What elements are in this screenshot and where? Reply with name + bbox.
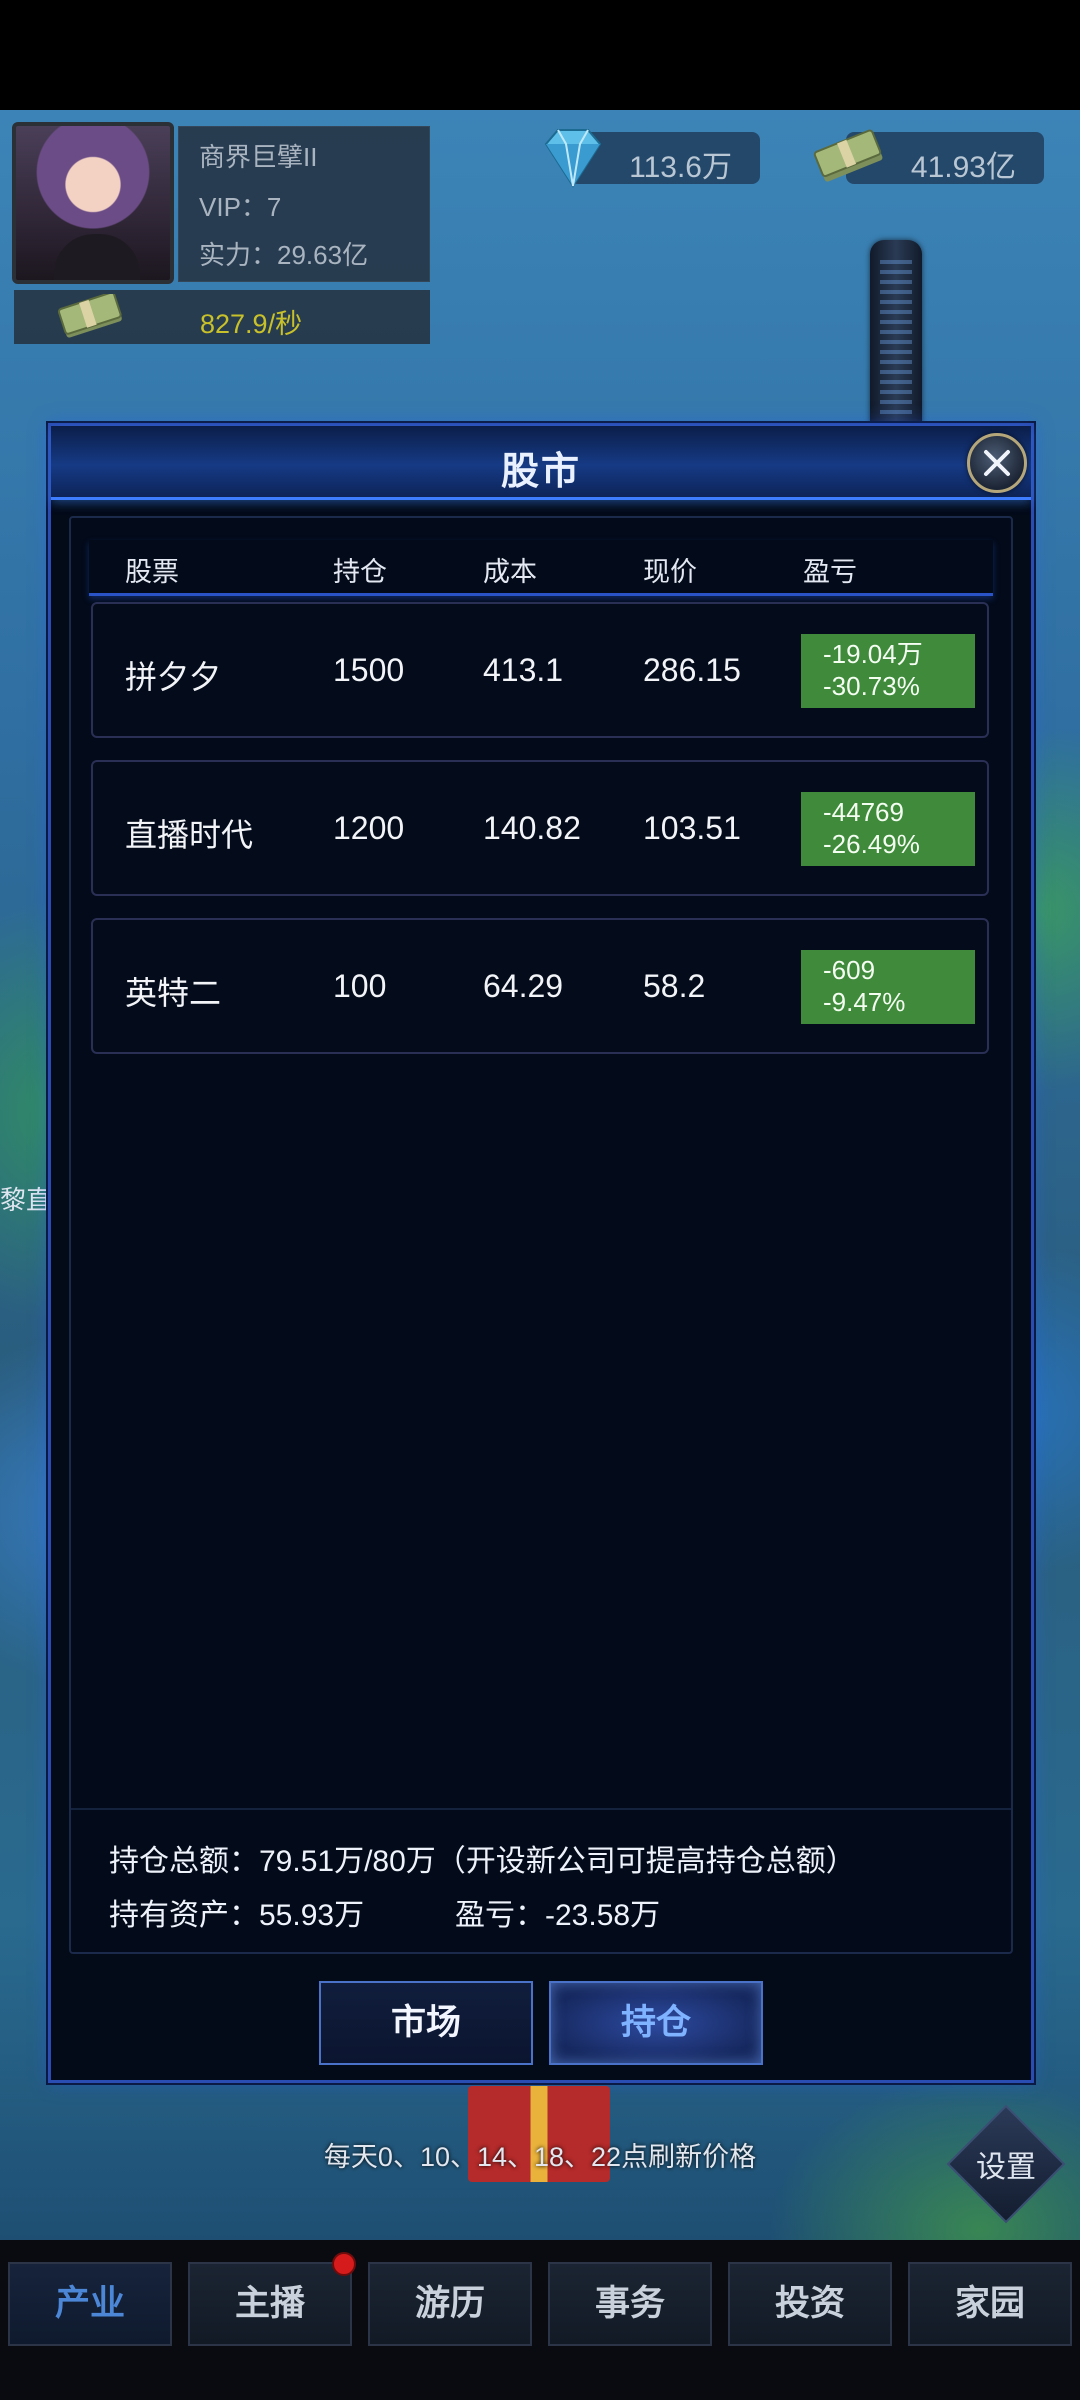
- player-info-panel: 商界巨擘II VIP：7 实力：29.63亿: [178, 126, 430, 282]
- nav-travel[interactable]: 游历: [368, 2262, 532, 2346]
- nav-affairs[interactable]: 事务: [548, 2262, 712, 2346]
- diamond-icon: [544, 129, 602, 188]
- stock-name: 拼夕夕: [125, 659, 222, 695]
- column-header-holding: 持仓: [333, 557, 387, 587]
- dialog-header: 股市: [51, 426, 1031, 500]
- profit-loss-badge: -44769 -26.49%: [801, 792, 975, 866]
- stock-market-dialog: 股市 股票 持仓 成本 现价 盈亏 拼夕夕 1500 413.1 286.15 …: [48, 423, 1034, 2083]
- notification-dot: [332, 2252, 356, 2276]
- column-header-stock: 股票: [125, 557, 179, 587]
- side-label: 黎直: [0, 1185, 53, 1215]
- settings-button[interactable]: 设置: [942, 2100, 1070, 2228]
- profit-loss-percent: -9.47%: [823, 987, 906, 1017]
- player-name: 商界巨擘II: [199, 142, 318, 172]
- cash-icon: [813, 129, 883, 182]
- income-bar: 827.9/秒: [14, 290, 430, 344]
- settings-label: 设置: [976, 2151, 1036, 2184]
- tab-holdings[interactable]: 持仓: [549, 1981, 763, 2065]
- column-header-cost: 成本: [483, 557, 537, 587]
- profit-loss-percent: -26.49%: [823, 829, 920, 859]
- nav-investment[interactable]: 投资: [728, 2262, 892, 2346]
- table-row[interactable]: 拼夕夕 1500 413.1 286.15 -19.04万 -30.73%: [91, 602, 989, 738]
- cash-icon: [57, 294, 122, 338]
- close-button[interactable]: [967, 433, 1027, 493]
- total-holdings-text: 持仓总额：79.51万/80万（开设新公司可提高持仓总额）: [109, 1845, 856, 1878]
- stock-name: 直播时代: [125, 817, 254, 853]
- close-icon: [984, 450, 1010, 476]
- stock-price: 286.15: [643, 652, 741, 688]
- profit-loss-amount: -19.04万: [823, 639, 923, 669]
- stock-holding: 100: [333, 968, 387, 1004]
- stock-cost: 413.1: [483, 652, 564, 688]
- dialog-title: 股市: [500, 451, 581, 493]
- refresh-note: 每天0、10、14、18、22点刷新价格: [323, 2142, 757, 2172]
- table-row[interactable]: 英特二 100 64.29 58.2 -609 -9.47%: [91, 918, 989, 1054]
- profit-loss-amount: -44769: [823, 797, 904, 827]
- stock-cost: 140.82: [483, 810, 581, 846]
- summary-divider: [71, 1808, 1011, 1810]
- holdings-panel: 股票 持仓 成本 现价 盈亏 拼夕夕 1500 413.1 286.15 -19…: [69, 516, 1013, 1954]
- stock-name: 英特二: [125, 975, 222, 1011]
- nav-industry[interactable]: 产业: [8, 2262, 172, 2346]
- column-header-price: 现价: [643, 557, 697, 587]
- profit-loss-badge: -19.04万 -30.73%: [801, 634, 975, 708]
- profit-loss-amount: -609: [823, 955, 876, 985]
- cash-value: 41.93亿: [910, 151, 1016, 184]
- stock-price: 58.2: [643, 968, 706, 1004]
- stock-cost: 64.29: [483, 968, 564, 1004]
- assets-text: 持有资产：55.93万: [109, 1899, 365, 1932]
- tab-market[interactable]: 市场: [319, 1981, 533, 2065]
- profit-loss-badge: -609 -9.47%: [801, 950, 975, 1024]
- table-row[interactable]: 直播时代 1200 140.82 103.51 -44769 -26.49%: [91, 760, 989, 896]
- nav-home[interactable]: 家园: [908, 2262, 1072, 2346]
- income-rate: 827.9/秒: [200, 309, 303, 339]
- profit-loss-total: 盈亏：-23.58万: [455, 1899, 661, 1932]
- player-power: 实力：29.63亿: [199, 240, 369, 270]
- profit-loss-percent: -30.73%: [823, 671, 920, 701]
- stock-holding: 1500: [333, 652, 405, 688]
- column-header-profit-loss: 盈亏: [803, 557, 857, 587]
- player-avatar[interactable]: [12, 122, 174, 284]
- stock-price: 103.51: [643, 810, 741, 846]
- tower-building: [870, 240, 922, 430]
- player-vip: VIP：7: [199, 192, 282, 222]
- diamond-value: 113.6万: [629, 151, 732, 184]
- stock-holding: 1200: [333, 810, 405, 846]
- table-header: 股票 持仓 成本 现价 盈亏: [89, 540, 993, 596]
- bottom-nav: 产业 主播 游历 事务 投资 家园: [0, 2240, 1080, 2400]
- nav-streamer[interactable]: 主播: [188, 2262, 352, 2346]
